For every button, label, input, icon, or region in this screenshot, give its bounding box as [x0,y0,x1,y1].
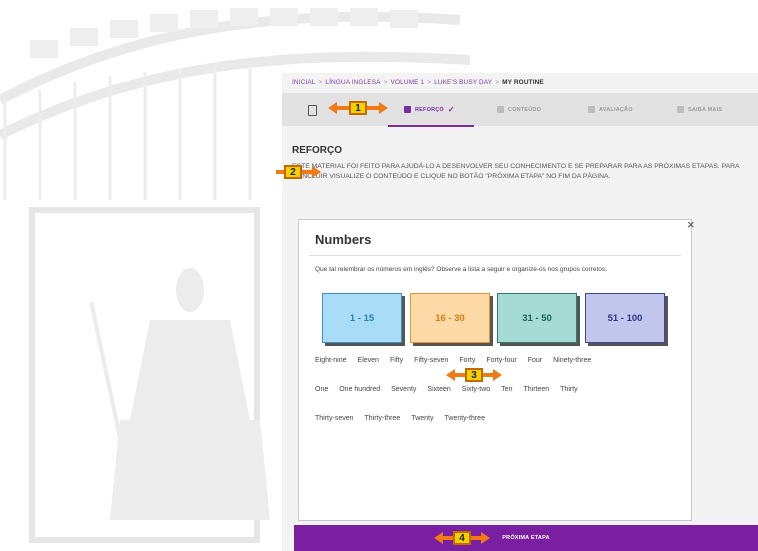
group-label: 31 - 50 [522,312,552,324]
word-chip[interactable]: Sixty-two [462,386,490,398]
group-box-16-30[interactable]: 16 - 30 [410,293,490,343]
word-chip[interactable]: Thirteen [523,386,549,398]
word-row: One One hundred Seventy Sixteen Sixty-tw… [315,386,675,398]
check-square-icon [588,106,595,113]
breadcrumb-item-inicial[interactable]: INICIAL [292,79,315,86]
tab-label: CONTEÚDO [508,106,542,113]
active-tab-indicator [388,125,474,127]
arrow-shaft [471,536,481,540]
word-chip[interactable]: Thirty-three [365,415,401,427]
tab-label: SAIBA MAIS [688,106,723,113]
grid-icon [404,106,411,113]
group-label: 16 - 30 [435,312,465,324]
group-box-31-50[interactable]: 31 - 50 [497,293,577,343]
callout-marker-3: 3 [446,368,502,382]
arrow-left-icon [434,532,443,544]
tab-saiba-mais[interactable]: SAIBA MAIS [677,93,722,126]
word-chip[interactable]: One hundred [339,386,380,398]
breadcrumb-current: MY ROUTINE [502,79,544,86]
next-step-label: PRÓXIMA ETAPA [502,535,550,541]
arrow-shaft [367,106,379,110]
arrow-right-icon [379,102,388,114]
breadcrumb-item-volume[interactable]: VOLUME 1 [391,79,425,86]
callout-marker-4: 4 [434,531,490,545]
arrow-shaft [455,373,465,377]
word-chip[interactable]: Thirty [560,386,578,398]
callout-number: 3 [465,368,483,382]
word-chip[interactable]: Fifty [390,357,403,369]
next-step-button[interactable]: PRÓXIMA ETAPA [294,525,758,551]
plus-square-icon [677,106,684,113]
card-divider [309,255,681,256]
callout-marker-2: 2 [276,165,321,179]
arrow-right-icon [312,166,321,178]
word-chip[interactable]: Four [528,357,542,369]
clipboard-icon[interactable] [308,105,317,116]
group-box-51-100[interactable]: 51 - 100 [585,293,665,343]
breadcrumb-separator: > [383,79,388,86]
word-chip[interactable]: Ninety-three [553,357,591,369]
tab-label: REFORÇO [415,106,444,113]
arrow-shaft [443,536,453,540]
card-question: Que tal relembrar os números em inglês? … [315,266,607,273]
word-chip[interactable]: Ten [501,386,512,398]
close-icon[interactable]: × [687,217,695,232]
section-intro: Este material foi feito para ajudá-lo a … [292,163,740,180]
breadcrumb-separator: > [495,79,500,86]
arrow-left-icon [328,102,337,114]
breadcrumb-item-lukes-busy-day[interactable]: LUKE'S BUSY DAY [434,79,492,86]
breadcrumb-separator: > [427,79,432,86]
word-chip[interactable]: Twenty [411,415,433,427]
card-title: Numbers [315,232,372,247]
word-chip[interactable]: Thirty-seven [315,415,354,427]
word-chip[interactable]: One [315,386,328,398]
word-chip[interactable]: Eleven [358,357,379,369]
arrow-shaft [483,373,493,377]
callout-number: 2 [284,165,302,179]
tab-label: AVALIAÇÃO [599,106,633,113]
word-chip[interactable]: Eight-nine [315,357,347,369]
arrow-shaft [302,170,312,174]
arrow-shaft [276,170,284,174]
breadcrumb: INICIAL > LÍNGUA INGLESA > VOLUME 1 > LUKE'S B… [292,79,544,86]
check-icon: ✓ [447,105,455,114]
word-chip[interactable]: Seventy [391,386,416,398]
group-label: 1 - 15 [349,312,375,324]
arrow-right-icon [493,369,502,381]
word-chip[interactable]: Fifty-seven [414,357,448,369]
tab-reforco[interactable]: REFORÇO ✓ [404,93,455,126]
group-label: 51 - 100 [607,312,643,324]
callout-marker-1: 1 [328,101,388,115]
callout-number: 1 [349,101,367,115]
tab-conteudo[interactable]: CONTEÚDO [497,93,541,126]
arrow-right-icon [481,532,490,544]
arrow-shaft [337,106,349,110]
people-icon [497,106,504,113]
breadcrumb-item-lingua-inglesa[interactable]: LÍNGUA INGLESA [325,79,380,86]
word-chip[interactable]: Sixteen [427,386,450,398]
word-row: Thirty-seven Thirty-three Twenty Twenty-… [315,415,675,427]
lesson-panel: INICIAL > LÍNGUA INGLESA > VOLUME 1 > LUKE'S B… [282,73,758,551]
word-chip[interactable]: Twenty-three [445,415,485,427]
tab-avaliacao[interactable]: AVALIAÇÃO [588,93,633,126]
arrow-left-icon [446,369,455,381]
section-title: REFORÇO [292,145,342,156]
callout-number: 4 [453,531,471,545]
group-box-1-15[interactable]: 1 - 15 [322,293,402,343]
breadcrumb-separator: > [318,79,323,86]
